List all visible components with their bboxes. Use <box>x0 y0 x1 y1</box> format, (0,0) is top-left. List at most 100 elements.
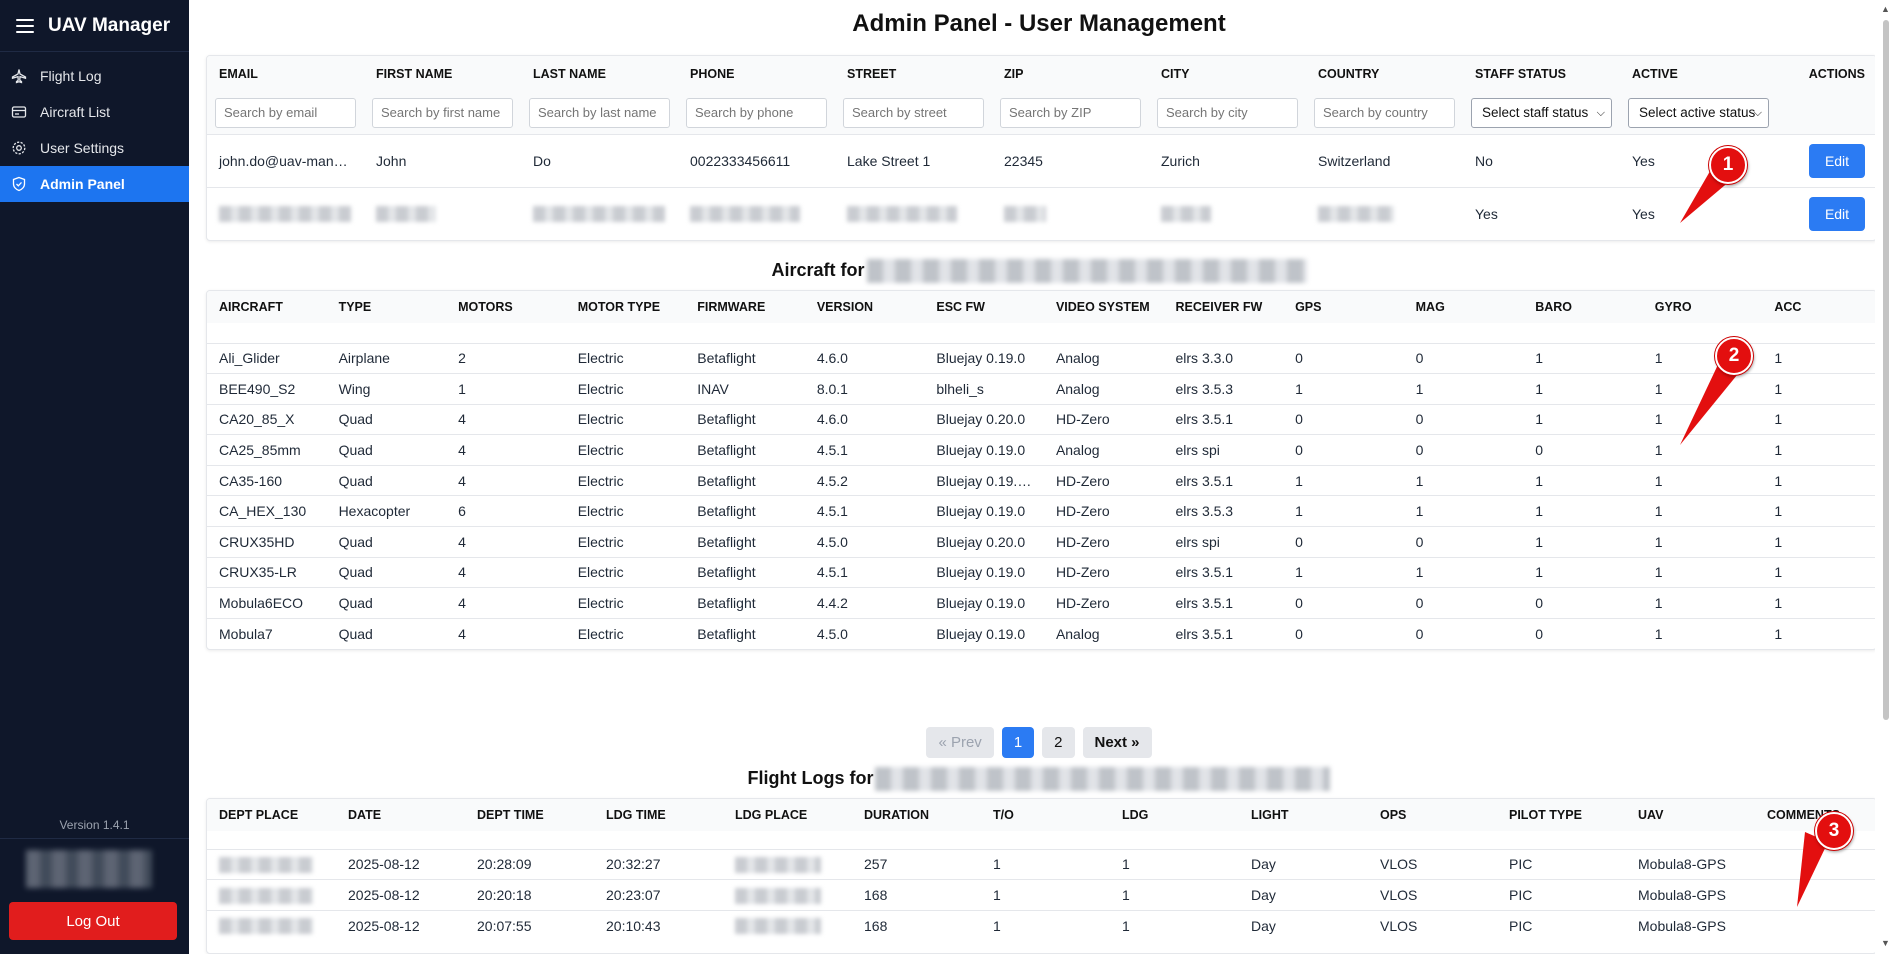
table-cell: Bluejay 0.19.0 <box>924 495 1044 527</box>
table-cell: 4.5.2 <box>804 464 925 496</box>
page-scrollbar[interactable]: ▲ ▼ <box>1875 0 1899 954</box>
plane-icon <box>10 67 28 85</box>
table-row[interactable]: BEE490_S2 Wing 1 Electric INAV 8.0.1 blheli_s A… <box>207 373 1876 405</box>
filter-row: Select staff status ⌵ Select active statu… <box>207 92 1876 134</box>
list-icon <box>10 103 28 121</box>
table-cell: 4.6.0 <box>804 342 925 374</box>
table-cell: Bluejay 0.19.0 <box>924 587 1044 619</box>
cell-country-redacted <box>1306 186 1463 240</box>
search-email-input[interactable] <box>215 97 356 128</box>
table-row[interactable]: CA25_85mm Quad 4 Electric Betaflight 4.5.1 Blu… <box>207 434 1876 466</box>
edit-user-button[interactable]: Edit <box>1809 196 1865 231</box>
table-cell: elrs 3.5.1 <box>1163 556 1284 588</box>
table-cell: 4 <box>446 617 566 649</box>
active-status-select[interactable]: Select active status ⌵ <box>1628 97 1769 128</box>
table-cell: Quad <box>326 526 447 558</box>
chevron-down-icon: ⌵ <box>1596 106 1605 119</box>
table-cell: 1 <box>1642 526 1763 558</box>
sidebar-item-label: Flight Log <box>40 68 102 84</box>
sidebar-item-flight-log[interactable]: Flight Log <box>0 58 189 94</box>
cell-first-name-redacted <box>364 186 521 240</box>
scroll-up-icon[interactable]: ▲ <box>1881 4 1890 14</box>
shield-icon <box>10 175 28 193</box>
table-cell: 6 <box>446 495 566 527</box>
table-cell: 2 <box>446 342 566 374</box>
scroll-down-icon[interactable]: ▼ <box>1881 938 1890 948</box>
sidebar-item-aircraft-list[interactable]: Aircraft List <box>0 94 189 130</box>
cell-country: Switzerland <box>1306 133 1463 187</box>
column-header: AIRCRAFT <box>207 291 327 323</box>
table-row[interactable]: Mobula7 Quad 4 Electric Betaflight 4.5.0 Bluej… <box>207 617 1876 649</box>
table-row[interactable]: Yes Yes Edit <box>207 186 1876 240</box>
table-cell: 1 <box>1762 526 1876 558</box>
aircraft-title-text: Aircraft for <box>771 259 865 280</box>
redacted-user-name <box>875 767 1331 791</box>
table-cell: 20:28:09 <box>465 848 594 880</box>
table-cell: 2025-08-12 <box>336 909 465 941</box>
page-1-button[interactable]: 1 <box>1001 727 1035 758</box>
table-row[interactable]: 2025-08-12 20:20:18 20:23:07 168 1 1 Day VLOS PI… <box>207 879 1876 911</box>
column-header: DURATION <box>852 799 981 831</box>
column-header: ESC FW <box>924 291 1044 323</box>
search-street-input[interactable] <box>843 97 984 128</box>
prev-page-button[interactable]: « Prev <box>926 727 994 758</box>
table-cell: Ali_Glider <box>207 342 327 374</box>
table-row[interactable]: CA35-160 Quad 4 Electric Betaflight 4.5.2 Blue… <box>207 464 1876 496</box>
column-header: LDG TIME <box>594 799 723 831</box>
table-cell: 4.4.2 <box>804 587 925 619</box>
table-cell: HD-Zero <box>1043 526 1164 558</box>
table-row[interactable]: Mobula6ECO Quad 4 Electric Betaflight 4.4.2 Bl… <box>207 587 1876 619</box>
table-cell: elrs 3.5.1 <box>1163 587 1284 619</box>
search-phone-input[interactable] <box>686 97 827 128</box>
table-cell <box>1755 879 1876 911</box>
table-row[interactable]: 2025-08-12 20:07:55 20:10:43 168 1 1 Day VLOS PI… <box>207 909 1876 941</box>
cell-staff-status: No <box>1463 133 1620 187</box>
table-row[interactable]: CRUX35HD Quad 4 Electric Betaflight 4.5.0 Blue… <box>207 526 1876 558</box>
cell-street-redacted <box>835 186 992 240</box>
cell-email-redacted <box>207 186 364 240</box>
hamburger-menu-icon[interactable] <box>12 13 38 39</box>
table-cell: 1 <box>1523 495 1643 527</box>
search-country-input[interactable] <box>1314 97 1455 128</box>
column-header: ACTIVE <box>1620 56 1777 92</box>
table-cell: Analog <box>1043 434 1164 466</box>
table-row[interactable]: 2025-08-12 20:28:09 20:32:27 257 1 1 Day VLOS PI… <box>207 848 1876 880</box>
table-row[interactable]: CRUX35-LR Quad 4 Electric Betaflight 4.5.1 Blu… <box>207 556 1876 588</box>
users-table: EMAIL FIRST NAME LAST NAME PHONE STREET … <box>207 56 1876 240</box>
table-cell: 4 <box>446 587 566 619</box>
table-cell: Bluejay 0.20.0 <box>924 403 1044 435</box>
table-row[interactable]: CA20_85_X Quad 4 Electric Betaflight 4.6.0 Blu… <box>207 403 1876 435</box>
next-page-button[interactable]: Next » <box>1082 727 1152 758</box>
scrollbar-thumb[interactable] <box>1883 20 1889 720</box>
search-last-name-input[interactable] <box>529 97 670 128</box>
sidebar-item-user-settings[interactable]: User Settings <box>0 130 189 166</box>
search-zip-input[interactable] <box>1000 97 1141 128</box>
table-cell-redacted <box>723 879 852 911</box>
aircraft-table-card: AIRCRAFT TYPE MOTORS MOTOR TYPE FIRMWARE VERS… <box>206 290 1877 650</box>
table-row[interactable]: john.do@uav-manager.ch John Do 002233345… <box>207 133 1876 187</box>
table-cell: 4 <box>446 434 566 466</box>
table-cell: 1 <box>1642 587 1763 619</box>
table-cell: 1 <box>1403 373 1524 405</box>
table-cell: 0 <box>1403 526 1524 558</box>
logout-button[interactable]: Log Out <box>9 902 177 940</box>
table-row[interactable]: CA_HEX_130 Hexacopter 6 Electric Betaflight 4… <box>207 495 1876 527</box>
column-header: VERSION <box>804 291 925 323</box>
select-value: Select staff status <box>1482 105 1589 121</box>
edit-user-button[interactable]: Edit <box>1809 143 1865 178</box>
search-city-input[interactable] <box>1157 97 1298 128</box>
sidebar-item-admin-panel[interactable]: Admin Panel <box>0 166 189 202</box>
table-row[interactable]: Ali_Glider Airplane 2 Electric Betaflight 4.6… <box>207 342 1876 374</box>
table-cell: Bluejay 0.20.0 <box>924 526 1044 558</box>
table-cell: Day <box>1239 879 1368 911</box>
table-cell: 20:07:55 <box>465 909 594 941</box>
table-cell: 1 <box>981 848 1110 880</box>
page-2-button[interactable]: 2 <box>1042 727 1075 758</box>
table-cell: CA_HEX_130 <box>207 495 327 527</box>
table-cell: Bluejay 0.19.0 <box>924 556 1044 588</box>
search-first-name-input[interactable] <box>372 97 513 128</box>
staff-status-select[interactable]: Select staff status ⌵ <box>1471 97 1612 128</box>
table-cell: Electric <box>565 403 686 435</box>
pagination: « Prev 1 2 Next » <box>189 727 1889 758</box>
table-cell: 1 <box>1283 464 1404 496</box>
